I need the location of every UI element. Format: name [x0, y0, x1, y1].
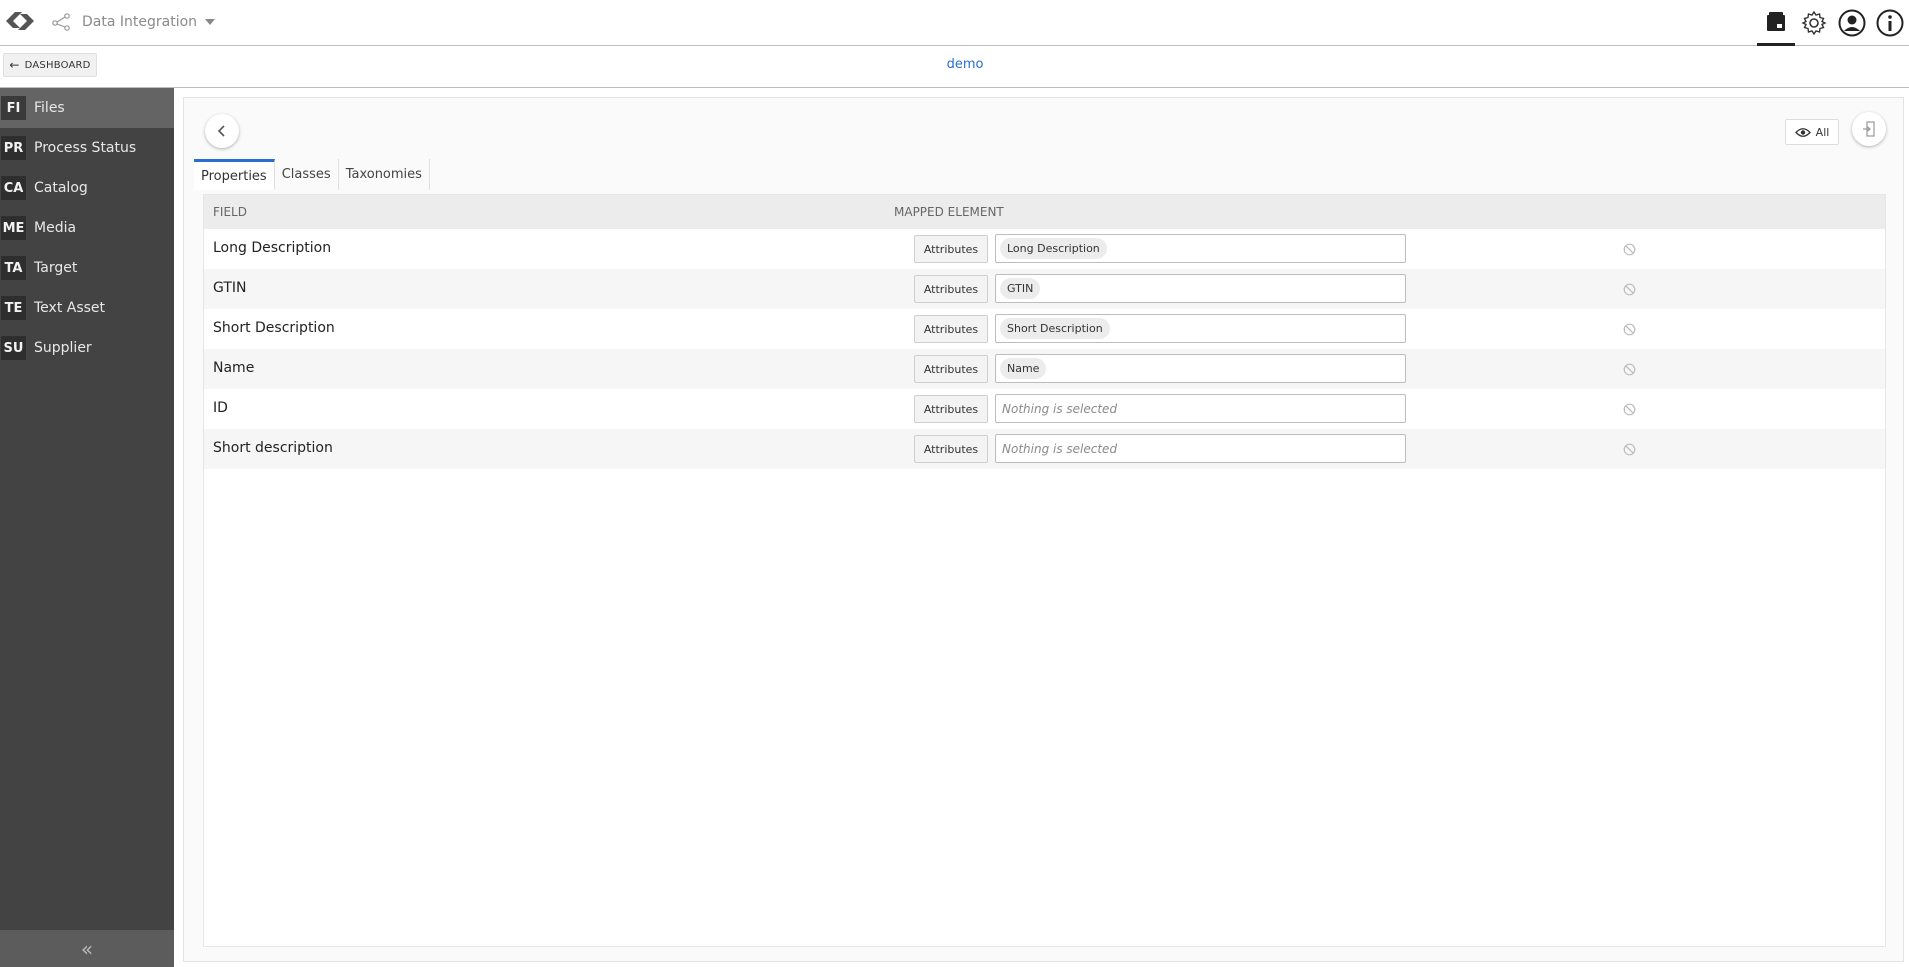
filter-label: All — [1815, 125, 1830, 139]
sidebar-badge: FI — [1, 96, 26, 120]
info-icon[interactable] — [1871, 0, 1909, 46]
mapped-element-select[interactable]: Short Description — [995, 314, 1406, 343]
sidebar-item-media[interactable]: ME Media — [0, 208, 174, 248]
sidebar-badge: PR — [1, 136, 26, 160]
sidebar-item-target[interactable]: TA Target — [0, 248, 174, 288]
source-type-button[interactable]: Attributes — [914, 435, 988, 463]
ban-icon[interactable] — [1623, 323, 1636, 336]
sidebar: FI Files PR Process Status CA Catalog ME… — [0, 88, 174, 967]
sidebar-item-label: Process Status — [34, 140, 137, 156]
sidebar-badge: CA — [1, 176, 26, 200]
sidebar-badge: SU — [1, 336, 26, 360]
app-name: Data Integration — [82, 14, 198, 30]
gear-icon[interactable] — [1795, 0, 1833, 46]
mapping-table: FIELD MAPPED ELEMENT Long Description At… — [203, 194, 1886, 947]
select-placeholder: Nothing is selected — [1002, 401, 1118, 416]
table-row: GTIN Attributes GTIN — [204, 269, 1885, 309]
app-logo-icon[interactable] — [2, 5, 38, 37]
sidebar-item-label: Catalog — [34, 180, 88, 196]
tab-bar: Properties Classes Taxonomies — [194, 159, 430, 190]
table-row: Short description Attributes Nothing is … — [204, 429, 1885, 469]
column-header-field: FIELD — [213, 205, 247, 219]
sidebar-badge: ME — [1, 216, 26, 240]
ban-icon[interactable] — [1623, 363, 1636, 376]
source-type-button[interactable]: Attributes — [914, 235, 988, 263]
share-nodes-icon — [52, 13, 70, 31]
sidebar-item-files[interactable]: FI Files — [0, 88, 174, 128]
collapse-sidebar-button[interactable]: « — [0, 930, 174, 967]
select-placeholder: Nothing is selected — [1002, 441, 1118, 456]
chevron-left-icon — [217, 125, 225, 137]
field-name: GTIN — [213, 280, 247, 296]
sidebar-badge: TE — [1, 296, 26, 320]
back-button[interactable] — [205, 114, 239, 148]
selected-chip[interactable]: GTIN — [1000, 278, 1041, 299]
field-name: Name — [213, 360, 255, 376]
source-type-button[interactable]: Attributes — [914, 315, 988, 343]
top-bar: Data Integration — [0, 0, 1909, 46]
source-type-button[interactable]: Attributes — [914, 275, 988, 303]
field-name: Long Description — [213, 240, 332, 256]
app-switcher[interactable]: Data Integration — [52, 11, 216, 33]
eye-icon — [1794, 127, 1811, 137]
double-chevron-left-icon: « — [80, 936, 94, 961]
table-header: FIELD MAPPED ELEMENT — [204, 195, 1885, 229]
sidebar-item-text-asset[interactable]: TE Text Asset — [0, 288, 174, 328]
source-type-button[interactable]: Attributes — [914, 395, 988, 423]
table-row: Short Description Attributes Short Descr… — [204, 309, 1885, 349]
sidebar-item-label: Target — [34, 260, 78, 276]
mapped-element-select[interactable]: Nothing is selected — [995, 434, 1406, 463]
main-panel: All Properties Classes Taxonomies FIELD … — [183, 97, 1904, 962]
archive-box-icon[interactable] — [1757, 0, 1795, 46]
selected-chip[interactable]: Long Description — [1000, 238, 1107, 259]
sidebar-item-label: Media — [34, 220, 77, 236]
mapped-element-select[interactable]: GTIN — [995, 274, 1406, 303]
top-icon-bar — [1757, 0, 1909, 46]
table-row: Name Attributes Name — [204, 349, 1885, 389]
user-profile-icon[interactable] — [1833, 0, 1871, 46]
sidebar-item-label: Text Asset — [34, 300, 106, 316]
table-row: ID Attributes Nothing is selected — [204, 389, 1885, 429]
ban-icon[interactable] — [1623, 243, 1636, 256]
mapped-element-select[interactable]: Nothing is selected — [995, 394, 1406, 423]
sidebar-item-catalog[interactable]: CA Catalog — [0, 168, 174, 208]
tab-classes[interactable]: Classes — [274, 159, 339, 190]
ban-icon[interactable] — [1623, 283, 1636, 296]
tab-properties[interactable]: Properties — [194, 159, 275, 190]
ban-icon[interactable] — [1623, 443, 1636, 456]
table-row: Long Description Attributes Long Descrip… — [204, 229, 1885, 269]
selected-chip[interactable]: Name — [1000, 358, 1047, 379]
sidebar-item-label: Supplier — [34, 340, 92, 356]
field-name: ID — [213, 400, 228, 416]
sidebar-item-label: Files — [34, 100, 65, 116]
context-title[interactable]: demo — [0, 57, 1909, 72]
mapped-element-select[interactable]: Name — [995, 354, 1406, 383]
visibility-filter-button[interactable]: All — [1785, 119, 1839, 145]
sidebar-item-process-status[interactable]: PR Process Status — [0, 128, 174, 168]
source-type-button[interactable]: Attributes — [914, 355, 988, 383]
sub-header: ← DASHBOARD demo — [0, 47, 1909, 88]
exit-button[interactable] — [1852, 112, 1886, 146]
column-header-mapped-element: MAPPED ELEMENT — [894, 205, 1004, 219]
field-name: Short Description — [213, 320, 335, 336]
exit-door-icon — [1863, 121, 1875, 137]
tab-taxonomies[interactable]: Taxonomies — [338, 159, 430, 190]
field-name: Short description — [213, 440, 333, 456]
sidebar-item-supplier[interactable]: SU Supplier — [0, 328, 174, 368]
mapped-element-select[interactable]: Long Description — [995, 234, 1406, 263]
selected-chip[interactable]: Short Description — [1000, 318, 1110, 339]
caret-down-icon — [205, 19, 216, 25]
ban-icon[interactable] — [1623, 403, 1636, 416]
sidebar-badge: TA — [1, 256, 26, 280]
